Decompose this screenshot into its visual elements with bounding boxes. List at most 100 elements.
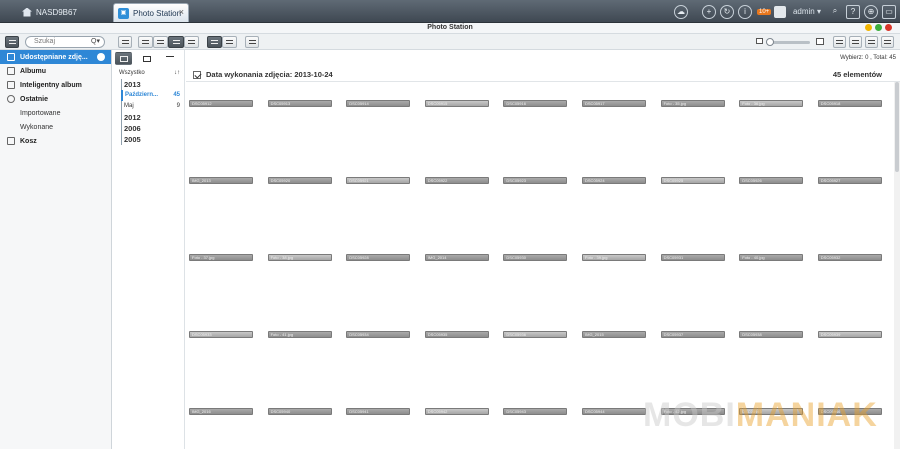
photo-thumbnail[interactable]: DSC05944	[582, 408, 646, 415]
timeline-year[interactable]: 2006	[122, 123, 184, 134]
photo-thumbnail[interactable]: IMG_2013	[189, 177, 253, 184]
photo-thumbnail[interactable]: DSC05935	[424, 331, 489, 338]
scrollbar-thumb[interactable]	[895, 82, 899, 172]
photo-thumbnail[interactable]: DSC05915	[424, 100, 489, 107]
timeline-month[interactable]: Maj 9	[122, 101, 184, 112]
photos-filter-button[interactable]	[207, 36, 222, 48]
settings-button[interactable]	[849, 36, 862, 48]
photo-thumbnail[interactable]: DSC05937	[660, 331, 725, 338]
photo-thumbnail[interactable]: DSC05926	[739, 177, 804, 184]
photo-thumbnail[interactable]: DSC05921	[346, 177, 411, 184]
help-icon[interactable]: ?	[846, 4, 860, 19]
sidebar-item-albums[interactable]: Albumu	[0, 64, 111, 78]
user-menu[interactable]: admin ▾	[793, 7, 821, 16]
photo-thumbnail[interactable]: DSC05931	[660, 254, 725, 261]
timeline-year[interactable]: 2005	[122, 134, 184, 145]
search-input[interactable]: Szukaj Q▾	[25, 36, 105, 48]
sidebar-item-recent[interactable]: Ostatnie	[0, 92, 111, 106]
timeline-view-button[interactable]	[168, 36, 184, 48]
photo-thumbnail[interactable]: DSC05916	[503, 100, 568, 107]
timeline-year[interactable]: 2012	[122, 112, 184, 123]
photo-thumbnail[interactable]: DSC05914	[346, 100, 411, 107]
maximize-button[interactable]	[875, 24, 882, 31]
sidebar-item-imported[interactable]: Importowane	[0, 106, 111, 120]
scrollbar[interactable]	[894, 82, 900, 449]
photo-thumbnail[interactable]: DSC05924	[582, 177, 646, 184]
scroll-top-button[interactable]	[161, 52, 178, 65]
photo-thumbnail[interactable]: DSC05938	[739, 331, 804, 338]
globe-icon[interactable]: ⊕	[864, 4, 878, 19]
sidebar-item-smart-album[interactable]: Inteligentny album	[0, 78, 111, 92]
photo-thumbnail[interactable]: DSC05933	[189, 331, 253, 338]
photo-thumbnail[interactable]: Foto - 40.jpg	[739, 254, 804, 261]
shared-status-icon[interactable]	[97, 53, 105, 61]
help-button[interactable]	[865, 36, 878, 48]
refresh-icon[interactable]: ↻	[719, 4, 734, 19]
search-icon[interactable]: ⌕	[828, 5, 842, 19]
list-view-button[interactable]	[153, 36, 168, 48]
photo-thumbnail[interactable]: DSC05941	[346, 408, 411, 415]
photo-thumbnail[interactable]: Foto - 35.jpg	[660, 100, 725, 107]
avatar[interactable]	[773, 5, 786, 18]
expand-button[interactable]	[881, 36, 894, 48]
photo-thumbnail[interactable]: Foto - 36.jpg	[739, 100, 804, 107]
photo-thumbnail[interactable]: DSC05925	[660, 177, 725, 184]
photo-thumbnail[interactable]: DSC05936	[503, 331, 568, 338]
zoom-out-icon[interactable]	[756, 38, 763, 44]
photo-thumbnail[interactable]: DSC05913	[267, 100, 332, 107]
photo-thumbnail[interactable]: Foto - 38.jpg	[267, 254, 332, 261]
photo-thumbnail[interactable]: DSC05920	[267, 177, 332, 184]
info-icon[interactable]: i	[737, 4, 752, 19]
photo-thumbnail[interactable]: IMG_2015	[582, 331, 646, 338]
timeline-month[interactable]: Październ... 45	[121, 90, 184, 101]
photo-thumbnail[interactable]: DSC05942	[424, 408, 489, 415]
refresh-button[interactable]	[833, 36, 846, 48]
photo-thumbnail[interactable]: DSC05917	[582, 100, 646, 107]
photo-thumbnail[interactable]: DSC05939	[817, 331, 882, 338]
add-icon[interactable]: +	[701, 4, 716, 19]
timeline-tools	[113, 50, 184, 66]
photo-thumbnail[interactable]: DSC05928	[346, 254, 411, 261]
photo-thumbnail[interactable]: DSC05930	[503, 254, 568, 261]
calendar-mode-button[interactable]	[138, 52, 155, 65]
photo-thumbnail[interactable]: IMG_2016	[189, 408, 253, 415]
videos-filter-button[interactable]	[222, 36, 237, 48]
sidebar-item-shared[interactable]: Udostępniane zdję...	[0, 50, 111, 64]
photo-thumbnail[interactable]: DSC05927	[817, 177, 882, 184]
sidebar-toggle-button[interactable]	[5, 36, 19, 48]
tab-photo-station[interactable]: ▣ Photo Station ×	[113, 3, 189, 22]
minimize-button[interactable]	[865, 24, 872, 31]
slider-knob[interactable]	[766, 38, 774, 46]
search-options-icon[interactable]: Q▾	[91, 37, 100, 47]
close-tab-icon[interactable]: ×	[179, 7, 184, 17]
zoom-in-icon[interactable]	[816, 38, 824, 45]
photo-thumbnail[interactable]: DSC05940	[267, 408, 332, 415]
detail-view-button[interactable]	[184, 36, 199, 48]
filmstrip-view-button[interactable]	[118, 36, 132, 48]
photo-thumbnail[interactable]: DSC05922	[424, 177, 489, 184]
slideshow-button[interactable]	[245, 36, 259, 48]
select-group-checkbox[interactable]	[193, 71, 201, 79]
photo-thumbnail[interactable]: Foto - 41.jpg	[267, 331, 332, 338]
sort-icon[interactable]: ↓↑	[174, 70, 180, 76]
monitor-icon[interactable]: ▭	[882, 4, 896, 19]
thumbnail-size-slider[interactable]	[766, 38, 810, 46]
photo-thumbnail[interactable]: DSC05943	[503, 408, 568, 415]
photo-thumbnail[interactable]: Foto - 39.jpg	[582, 254, 646, 261]
sidebar-item-trash[interactable]: Kosz	[0, 134, 111, 148]
photo-thumbnail[interactable]: IMG_2014	[424, 254, 489, 261]
timeline-year[interactable]: 2013	[122, 79, 184, 90]
photo-thumbnail[interactable]: Foto - 37.jpg	[189, 254, 253, 261]
sidebar-item-taken[interactable]: Wykonane	[0, 120, 111, 134]
photo-thumbnail[interactable]: DSC05932	[817, 254, 882, 261]
close-button[interactable]	[885, 24, 892, 31]
photo-thumbnail[interactable]: DSC05934	[346, 331, 411, 338]
photo-thumbnail[interactable]: DSC05918	[817, 100, 882, 107]
photo-thumbnail[interactable]: DSC05923	[503, 177, 568, 184]
timeline-mode-button[interactable]	[115, 51, 132, 65]
timeline-all[interactable]: Wszystko	[119, 70, 145, 76]
cloud-icon[interactable]: ☁	[673, 4, 688, 19]
grid-view-button[interactable]	[138, 36, 153, 48]
photo-thumbnail[interactable]: DSC05912	[189, 100, 253, 107]
home-tab[interactable]: NASD9B67	[22, 3, 77, 21]
